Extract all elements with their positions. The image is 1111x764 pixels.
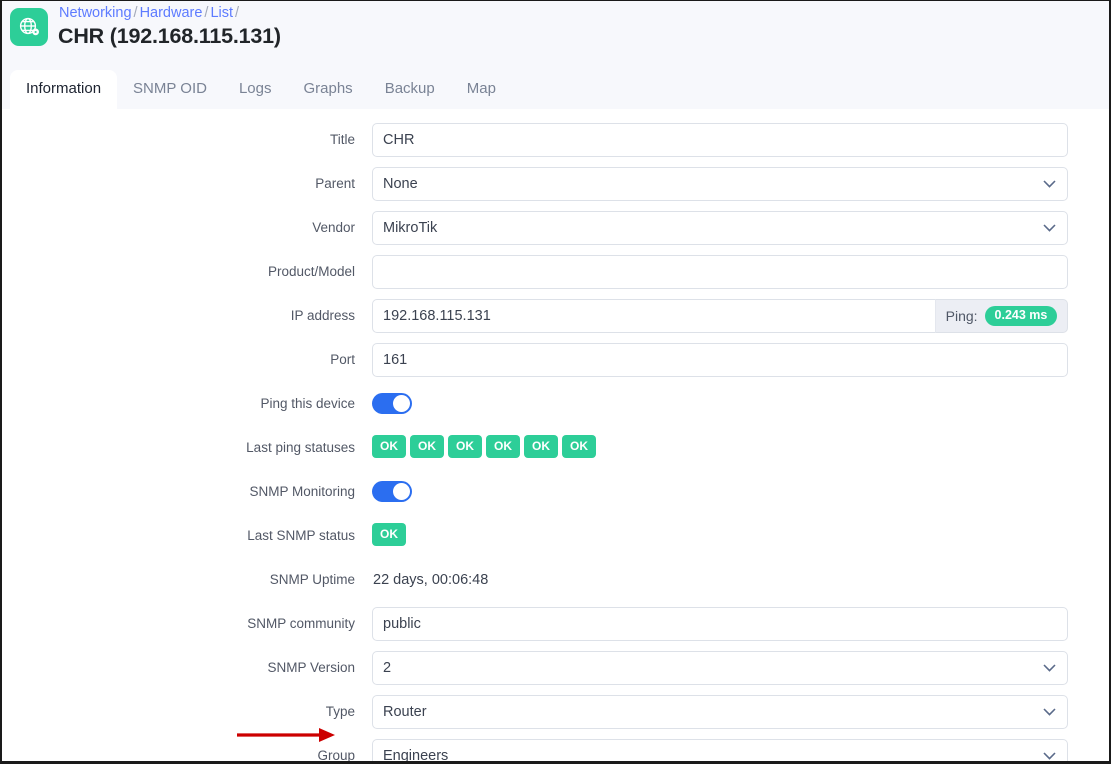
breadcrumb: Networking / Hardware / List / [59,3,241,23]
breadcrumb-item-networking[interactable]: Networking [59,5,132,21]
parent-select[interactable]: None [372,167,1068,201]
form-row-product-model: Product/Model [2,255,1109,289]
ping-label: Ping: [945,308,978,324]
status-badge: OK [372,435,406,458]
tab-map[interactable]: Map [451,70,512,109]
status-badge: OK [524,435,558,458]
product-model-input[interactable] [372,255,1068,289]
page-header: Networking / Hardware / List / CHR (192.168.1… [2,1,1109,70]
label-parent: Parent [315,176,355,191]
label-port: Port [330,352,355,367]
breadcrumb-item-hardware[interactable]: Hardware [140,5,203,21]
form-row-group: Group Engineers [2,739,1109,764]
information-form: Title Parent None Vendor [2,109,1109,764]
form-row-type: Type Router [2,695,1109,729]
snmp-community-input[interactable] [372,607,1068,641]
chevron-down-icon [1043,740,1056,761]
form-row-parent: Parent None [2,167,1109,201]
breadcrumb-separator: / [235,5,240,21]
group-select-value: Engineers [383,748,449,764]
status-badge: OK [562,435,596,458]
label-type: Type [325,704,355,719]
ping-this-device-toggle[interactable] [372,393,412,414]
status-badge: OK [372,523,406,546]
label-title: Title [329,132,355,147]
form-row-snmp-monitoring: SNMP Monitoring [2,475,1109,509]
breadcrumb-separator: / [133,5,138,21]
form-row-last-snmp-status: Last SNMP status OK [2,519,1109,553]
ip-address-input[interactable] [372,299,935,333]
toggle-knob [393,483,410,500]
last-snmp-status-list: OK [372,523,1068,546]
label-snmp-monitoring: SNMP Monitoring [249,484,355,499]
group-select[interactable]: Engineers [372,739,1068,764]
tab-graphs[interactable]: Graphs [287,70,368,109]
breadcrumb-item-list[interactable]: List [210,5,233,21]
ip-address-input-group: Ping: 0.243 ms [372,299,1068,333]
parent-select-value: None [383,176,418,192]
snmp-monitoring-toggle[interactable] [372,481,412,502]
label-ip-address: IP address [290,308,355,323]
form-row-last-ping-statuses: Last ping statuses OK OK OK OK OK OK [2,431,1109,465]
label-snmp-uptime: SNMP Uptime [269,572,355,587]
chevron-down-icon [1043,696,1056,728]
tab-backup[interactable]: Backup [369,70,451,109]
label-product-model: Product/Model [267,264,355,279]
status-badge: OK [410,435,444,458]
last-ping-statuses-list: OK OK OK OK OK OK [372,435,1068,458]
tab-information[interactable]: Information [10,70,118,109]
tab-logs[interactable]: Logs [223,70,288,109]
vendor-select[interactable]: MikroTik [372,211,1068,245]
label-last-snmp-status: Last SNMP status [247,528,355,543]
title-input[interactable] [372,123,1068,157]
chevron-down-icon [1043,212,1056,244]
snmp-version-select-value: 2 [383,660,392,676]
label-last-ping-statuses: Last ping statuses [246,440,355,455]
globe-network-icon [10,8,48,46]
form-row-snmp-uptime: SNMP Uptime 22 days, 00:06:48 [2,563,1109,597]
tab-bar: Information SNMP OID Logs Graphs Backup … [2,70,1109,109]
toggle-knob [393,395,410,412]
label-snmp-community: SNMP community [247,616,355,631]
form-row-ping-this-device: Ping this device [2,387,1109,421]
tab-snmp-oid[interactable]: SNMP OID [117,70,223,109]
form-row-ip-address: IP address Ping: 0.243 ms [2,299,1109,333]
form-row-port: Port [2,343,1109,377]
ping-status-addon: Ping: 0.243 ms [935,299,1068,333]
status-badge: OK [448,435,482,458]
form-row-snmp-version: SNMP Version 2 [2,651,1109,685]
snmp-version-select[interactable]: 2 [372,651,1068,685]
page-title: CHR (192.168.115.131) [58,24,281,48]
label-snmp-version: SNMP Version [267,660,355,675]
label-ping-this-device: Ping this device [260,396,355,411]
device-details-page: Networking / Hardware / List / CHR (192.168.1… [0,0,1111,764]
form-row-vendor: Vendor MikroTik [2,211,1109,245]
chevron-down-icon [1043,652,1056,684]
type-select[interactable]: Router [372,695,1068,729]
vendor-select-value: MikroTik [383,220,438,236]
status-badge: OK [486,435,520,458]
snmp-uptime-value: 22 days, 00:06:48 [373,572,489,588]
form-row-snmp-community: SNMP community [2,607,1109,641]
label-group: Group [317,748,355,763]
ping-value-badge: 0.243 ms [984,306,1058,326]
label-vendor: Vendor [312,220,355,235]
chevron-down-icon [1043,168,1056,200]
port-input[interactable] [372,343,1068,377]
form-row-title: Title [2,123,1109,157]
type-select-value: Router [383,704,427,720]
